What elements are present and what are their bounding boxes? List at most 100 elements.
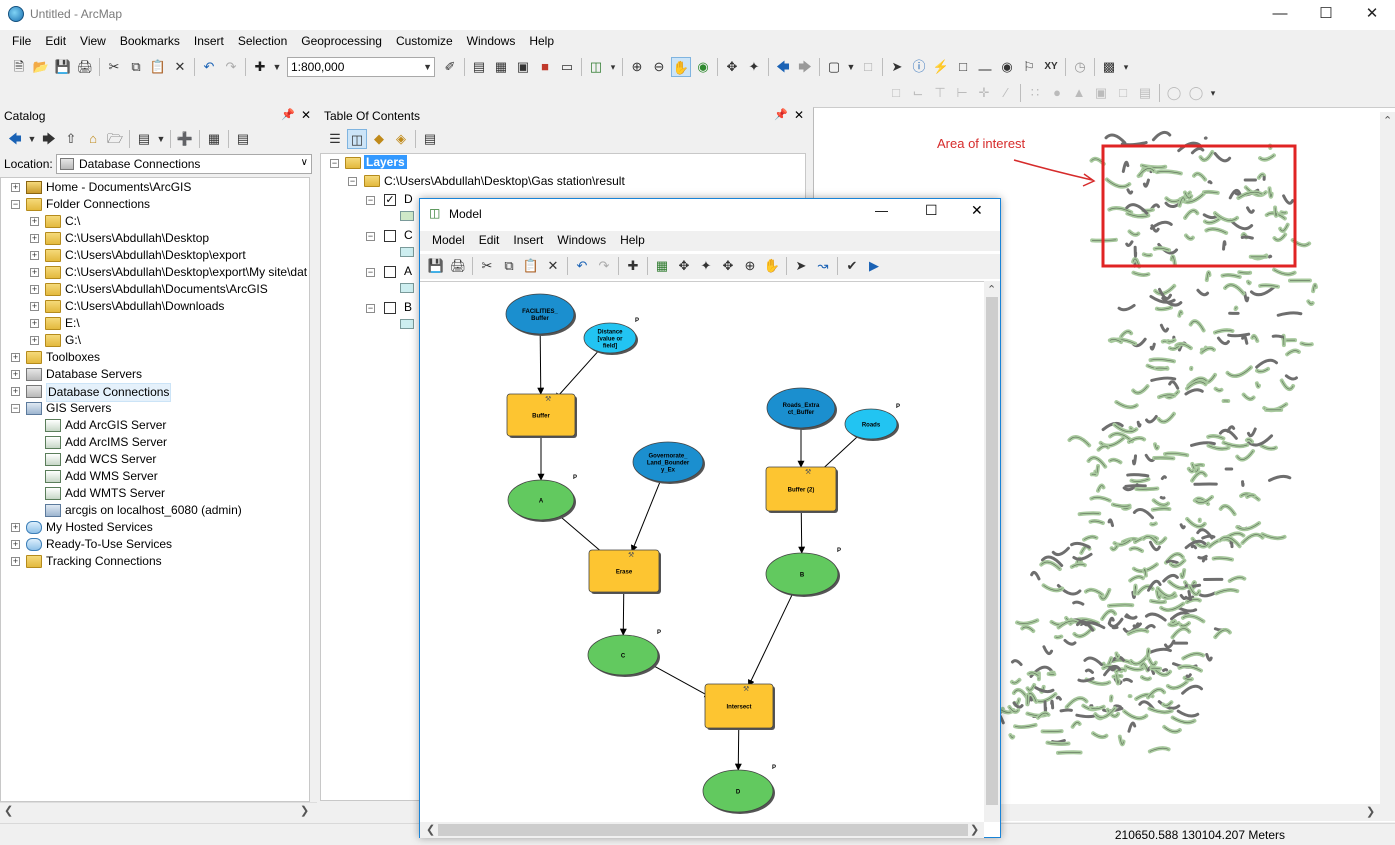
catalog-item[interactable]: + Database Servers bbox=[1, 366, 309, 383]
model-node-facilities[interactable]: FACILITIES_Buffer bbox=[505, 293, 576, 336]
model-node-buffer[interactable]: Buffer ⚒ bbox=[506, 393, 577, 438]
map-vertical-scrollbar[interactable]: ⌃ bbox=[1380, 112, 1395, 804]
redo-icon[interactable]: ↷ bbox=[221, 57, 241, 77]
fixed-zoom-out-icon[interactable]: ✦ bbox=[744, 57, 764, 77]
list-by-drawing-order-icon[interactable]: ☰ bbox=[325, 129, 345, 149]
construct-points-icon[interactable]: ∷ bbox=[1025, 83, 1045, 103]
ellipse-tool-icon[interactable]: ◯ bbox=[1186, 83, 1206, 103]
html-popup-icon[interactable]: □ bbox=[953, 57, 973, 77]
print-icon[interactable]: 🖨 bbox=[75, 57, 95, 77]
views-icon[interactable]: ▤ bbox=[134, 129, 154, 149]
model-minimize-button[interactable]: — bbox=[875, 203, 888, 218]
add-data-dropdown-icon[interactable]: ▼ bbox=[272, 57, 282, 77]
zoom-out-icon[interactable]: ⊖ bbox=[649, 57, 669, 77]
add-data-icon[interactable]: ✚ bbox=[250, 57, 270, 77]
cut-icon[interactable]: ✂ bbox=[477, 256, 497, 276]
collapse-icon[interactable]: − bbox=[348, 177, 357, 186]
menu-geoprocessing[interactable]: Geoprocessing bbox=[294, 32, 389, 50]
catalog-item[interactable]: Add WMS Server bbox=[1, 468, 309, 485]
views-dropdown-icon[interactable]: ▼ bbox=[156, 129, 166, 149]
location-combo[interactable]: Database Connections ∨ bbox=[56, 154, 312, 174]
model-horizontal-scrollbar[interactable]: ❮ ❯ bbox=[420, 822, 984, 838]
model-connector[interactable] bbox=[630, 480, 661, 553]
layer-visibility-checkbox[interactable] bbox=[384, 302, 396, 314]
select-arrow-icon[interactable]: ➤ bbox=[791, 256, 811, 276]
align-edge-icon[interactable]: ▣ bbox=[1091, 83, 1111, 103]
scroll-thumb[interactable] bbox=[986, 297, 998, 805]
back-arrow-icon[interactable]: 🡄 bbox=[5, 129, 25, 149]
expand-icon[interactable]: + bbox=[30, 251, 39, 260]
catalog-item[interactable]: + C:\Users\Abdullah\Downloads bbox=[1, 298, 309, 315]
model-node-roads-extract[interactable]: Roads_Extract_Buffer bbox=[766, 387, 837, 430]
close-button[interactable]: ✕ bbox=[1349, 0, 1395, 30]
pan-hand-icon[interactable]: ✋ bbox=[671, 57, 691, 77]
model-node-a[interactable]: AP bbox=[507, 475, 577, 522]
fillet-icon[interactable]: ⌙ bbox=[908, 83, 928, 103]
attribute-transfer-icon[interactable]: ▤ bbox=[1135, 83, 1155, 103]
rectangle-icon[interactable]: □ bbox=[1113, 83, 1133, 103]
catalog-item[interactable]: + C:\ bbox=[1, 213, 309, 230]
model-connector[interactable] bbox=[748, 592, 794, 687]
generalize-icon[interactable]: ● bbox=[1047, 83, 1067, 103]
print-icon[interactable]: 🖨 bbox=[448, 256, 468, 276]
create-viewer-window-icon[interactable]: ▩ bbox=[1099, 57, 1119, 77]
catalog-item[interactable]: + G:\ bbox=[1, 332, 309, 349]
undo-icon[interactable]: ↶ bbox=[572, 256, 592, 276]
model-connector[interactable] bbox=[537, 333, 545, 395]
options-icon[interactable]: ▤ bbox=[233, 129, 253, 149]
select-features-icon[interactable]: ▢ bbox=[824, 57, 844, 77]
go-to-xy-icon[interactable]: XY bbox=[1041, 57, 1061, 77]
zoom-in-icon[interactable]: ⊕ bbox=[740, 256, 760, 276]
model-canvas[interactable]: FACILITIES_ Buffer Distance [value or field]… bbox=[420, 281, 984, 822]
toolbar-options-icon[interactable]: ▾ bbox=[608, 57, 618, 77]
model-node-b[interactable]: BP bbox=[765, 548, 841, 597]
catalog-window-icon[interactable]: ▦ bbox=[491, 57, 511, 77]
expand-icon[interactable]: + bbox=[30, 234, 39, 243]
expand-icon[interactable]: + bbox=[30, 217, 39, 226]
add-connection-icon[interactable]: ↝ bbox=[813, 256, 833, 276]
expand-icon[interactable]: + bbox=[30, 319, 39, 328]
save-icon[interactable]: 💾 bbox=[426, 256, 446, 276]
arctoolbox-icon[interactable]: ■ bbox=[535, 57, 555, 77]
options-icon[interactable]: ▤ bbox=[420, 129, 440, 149]
connect-folder-icon[interactable]: 🗁 bbox=[105, 129, 125, 149]
auto-layout-icon[interactable]: ▦ bbox=[652, 256, 672, 276]
menu-bookmarks[interactable]: Bookmarks bbox=[113, 32, 187, 50]
list-by-selection-icon[interactable]: ◈ bbox=[391, 129, 411, 149]
collapse-icon[interactable]: − bbox=[366, 268, 375, 277]
search-window-icon[interactable]: ▣ bbox=[513, 57, 533, 77]
full-extent-icon[interactable]: ✥ bbox=[674, 256, 694, 276]
open-folder-icon[interactable]: 📂 bbox=[31, 57, 51, 77]
cut-icon[interactable]: ✂ bbox=[104, 57, 124, 77]
full-extent-globe-icon[interactable]: ◉ bbox=[693, 57, 713, 77]
model-maximize-button[interactable]: ☐ bbox=[925, 202, 938, 219]
model-menu-windows[interactable]: Windows bbox=[550, 231, 613, 249]
expand-icon[interactable]: + bbox=[30, 336, 39, 345]
catalog-item[interactable]: Add WCS Server bbox=[1, 451, 309, 468]
paste-icon[interactable]: 📋 bbox=[521, 256, 541, 276]
split-multipart-icon[interactable]: ∕ bbox=[996, 83, 1016, 103]
new-document-icon[interactable]: 🗎 bbox=[9, 57, 29, 77]
save-icon[interactable]: 💾 bbox=[53, 57, 73, 77]
toolbar-options-icon[interactable]: ▾ bbox=[1121, 57, 1131, 77]
model-node-roads[interactable]: Roads P bbox=[844, 404, 900, 441]
expand-icon[interactable]: + bbox=[30, 268, 39, 277]
collapse-icon[interactable]: − bbox=[11, 404, 20, 413]
catalog-item[interactable]: arcgis on localhost_6080 (admin) bbox=[1, 502, 309, 519]
catalog-item[interactable]: + Database Connections bbox=[1, 383, 309, 402]
extend-icon[interactable]: ⊤ bbox=[930, 83, 950, 103]
model-builder-icon[interactable]: ◫ bbox=[586, 57, 606, 77]
minimize-button[interactable]: — bbox=[1257, 0, 1303, 30]
model-close-button[interactable]: ✕ bbox=[971, 202, 983, 219]
find-binoculars-icon[interactable]: ◉ bbox=[997, 57, 1017, 77]
menu-insert[interactable]: Insert bbox=[187, 32, 231, 50]
model-node-buffer2[interactable]: Buffer (2) ⚒ bbox=[765, 466, 838, 513]
collapse-icon[interactable]: − bbox=[11, 200, 20, 209]
menu-help[interactable]: Help bbox=[522, 32, 561, 50]
collapse-icon[interactable]: − bbox=[366, 304, 375, 313]
menu-customize[interactable]: Customize bbox=[389, 32, 460, 50]
catalog-item[interactable]: + Ready-To-Use Services bbox=[1, 536, 309, 553]
redo-icon[interactable]: ↷ bbox=[594, 256, 614, 276]
up-one-level-icon[interactable]: ⇧ bbox=[61, 129, 81, 149]
model-menu-insert[interactable]: Insert bbox=[506, 231, 550, 249]
